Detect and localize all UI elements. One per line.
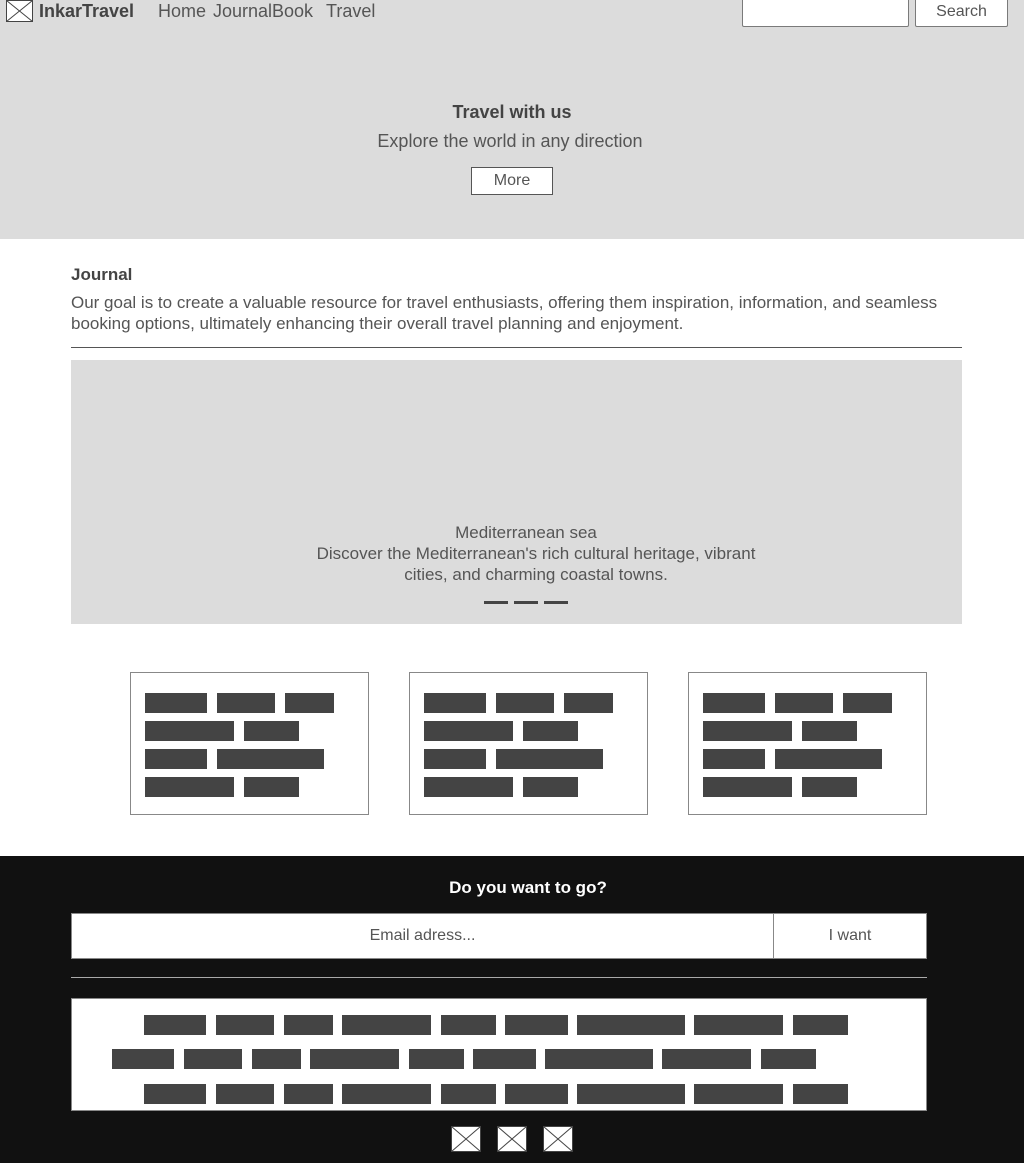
footer-link[interactable] xyxy=(505,1015,568,1035)
hero-section: InkarTravel Home Journal Book Travel Sea… xyxy=(0,0,1024,239)
carousel-indicator[interactable] xyxy=(544,601,568,604)
divider xyxy=(71,977,927,978)
text-placeholder xyxy=(703,721,792,741)
footer-link[interactable] xyxy=(761,1049,816,1069)
journal-title: Journal xyxy=(71,265,133,284)
text-placeholder xyxy=(424,721,513,741)
text-placeholder xyxy=(145,749,207,769)
footer: Do you want to go? I want xyxy=(0,856,1024,1163)
search-input[interactable] xyxy=(742,0,909,27)
text-placeholder xyxy=(523,777,578,797)
text-placeholder xyxy=(775,693,833,713)
text-placeholder xyxy=(424,693,486,713)
footer-link[interactable] xyxy=(577,1015,685,1035)
image-placeholder-icon[interactable] xyxy=(543,1126,573,1152)
footer-link[interactable] xyxy=(252,1049,301,1069)
email-field[interactable] xyxy=(71,913,774,959)
footer-link[interactable] xyxy=(473,1049,536,1069)
text-placeholder xyxy=(496,693,554,713)
footer-link[interactable] xyxy=(284,1084,333,1104)
image-placeholder-icon[interactable] xyxy=(497,1126,527,1152)
text-placeholder xyxy=(703,693,765,713)
text-placeholder xyxy=(496,749,603,769)
text-placeholder xyxy=(424,777,513,797)
footer-link[interactable] xyxy=(577,1084,685,1104)
footer-link[interactable] xyxy=(793,1084,848,1104)
carousel[interactable]: Mediterranean sea Discover the Mediterra… xyxy=(71,360,962,624)
text-placeholder xyxy=(145,721,234,741)
text-placeholder xyxy=(244,777,299,797)
text-placeholder xyxy=(703,777,792,797)
text-placeholder xyxy=(564,693,613,713)
more-button[interactable]: More xyxy=(471,167,553,195)
footer-link[interactable] xyxy=(441,1015,496,1035)
nav-home[interactable]: Home xyxy=(158,1,206,21)
footer-link[interactable] xyxy=(284,1015,333,1035)
slide-title: Mediterranean sea xyxy=(455,523,597,542)
i-want-button[interactable]: I want xyxy=(773,913,927,959)
footer-link[interactable] xyxy=(694,1084,783,1104)
footer-link[interactable] xyxy=(144,1084,206,1104)
footer-link[interactable] xyxy=(342,1015,431,1035)
footer-link[interactable] xyxy=(545,1049,653,1069)
footer-link[interactable] xyxy=(793,1015,848,1035)
hero-subtitle: Explore the world in any direction xyxy=(377,131,643,151)
text-placeholder xyxy=(217,693,275,713)
divider xyxy=(71,347,962,348)
journal-description: Our goal is to create a valuable resourc… xyxy=(71,293,938,333)
footer-link[interactable] xyxy=(216,1084,274,1104)
text-placeholder xyxy=(802,777,857,797)
search-button[interactable]: Search xyxy=(915,0,1008,27)
hero-title: Travel with us xyxy=(452,102,572,122)
text-placeholder xyxy=(424,749,486,769)
journal-card[interactable] xyxy=(409,672,648,815)
footer-title: Do you want to go? xyxy=(449,878,607,897)
text-placeholder xyxy=(217,749,324,769)
footer-link[interactable] xyxy=(409,1049,464,1069)
footer-link[interactable] xyxy=(694,1015,783,1035)
text-placeholder xyxy=(843,693,892,713)
text-placeholder xyxy=(145,693,207,713)
carousel-indicator[interactable] xyxy=(484,601,508,604)
footer-link[interactable] xyxy=(184,1049,242,1069)
image-placeholder-icon[interactable] xyxy=(451,1126,481,1152)
footer-link[interactable] xyxy=(505,1084,568,1104)
footer-link[interactable] xyxy=(112,1049,174,1069)
nav-book[interactable]: Book xyxy=(272,1,313,21)
text-placeholder xyxy=(703,749,765,769)
footer-link[interactable] xyxy=(662,1049,751,1069)
nav-journal[interactable]: Journal xyxy=(213,1,272,21)
nav-travel[interactable]: Travel xyxy=(326,1,375,21)
journal-card[interactable] xyxy=(130,672,369,815)
footer-link[interactable] xyxy=(216,1015,274,1035)
slide-text: Discover the Mediterranean's rich cultur… xyxy=(316,544,756,584)
image-placeholder-icon xyxy=(6,0,33,22)
brand-name[interactable]: InkarTravel xyxy=(39,1,134,21)
footer-link[interactable] xyxy=(144,1015,206,1035)
footer-link[interactable] xyxy=(441,1084,496,1104)
footer-link[interactable] xyxy=(310,1049,399,1069)
footer-link[interactable] xyxy=(342,1084,431,1104)
text-placeholder xyxy=(775,749,882,769)
footer-links xyxy=(71,998,927,1111)
text-placeholder xyxy=(244,721,299,741)
text-placeholder xyxy=(523,721,578,741)
text-placeholder xyxy=(285,693,334,713)
text-placeholder xyxy=(802,721,857,741)
carousel-indicator[interactable] xyxy=(514,601,538,604)
journal-card[interactable] xyxy=(688,672,927,815)
text-placeholder xyxy=(145,777,234,797)
